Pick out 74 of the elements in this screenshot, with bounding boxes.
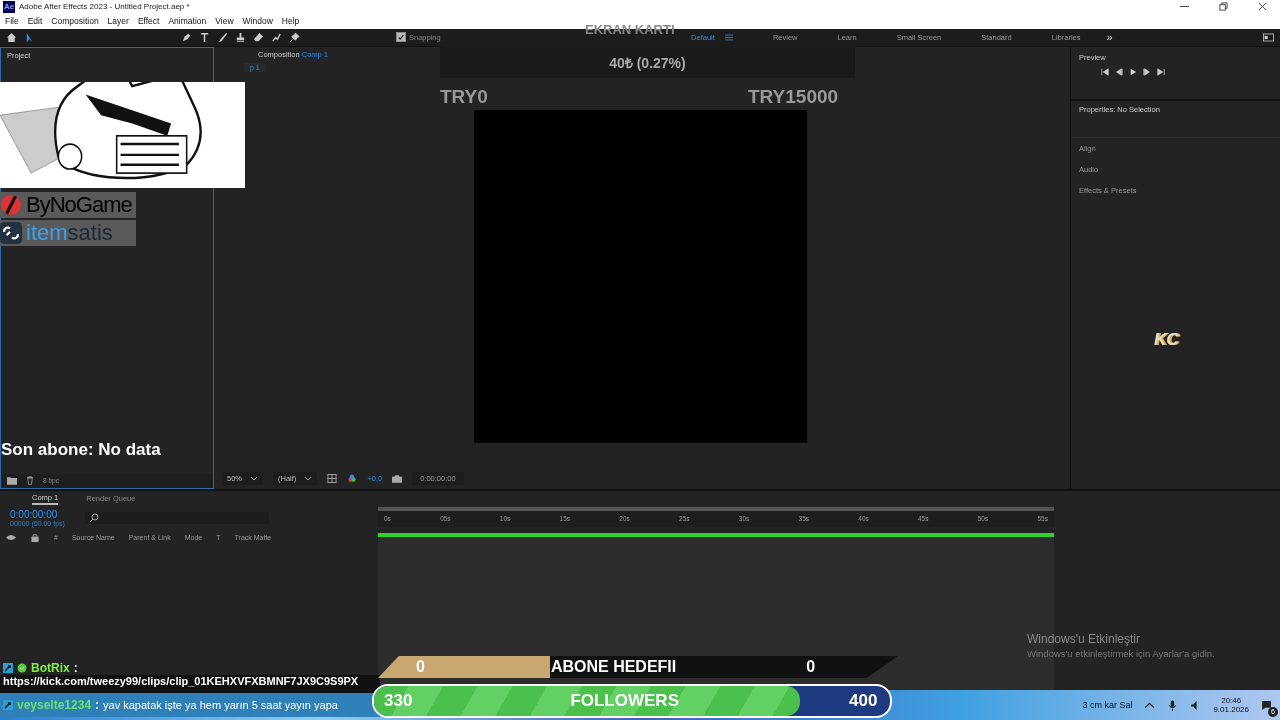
chat-username: veyselte1234 (17, 698, 92, 712)
stamp-icon[interactable] (235, 31, 246, 43)
chevron-up-icon[interactable] (1144, 699, 1156, 711)
chat-message: https://kick.com/tweezy99/clips/clip_01KEHXVFXBMNF7JX9C9S9PX (0, 675, 380, 693)
menu-item[interactable]: Window (242, 16, 273, 27)
donation-amount: 40₺ (0.27%) (609, 53, 686, 72)
followers-current: 330 (384, 691, 413, 711)
skip-back-icon[interactable] (1101, 67, 1109, 76)
lock-icon[interactable] (30, 532, 40, 542)
panel-icon[interactable] (1263, 31, 1274, 43)
menu-item[interactable]: File (5, 16, 19, 27)
menu-item[interactable]: Composition (51, 16, 99, 27)
current-time[interactable]: 0:00:00:00 (10, 508, 65, 520)
verified-icon (17, 662, 27, 673)
goal-max-label: TRY15000 (748, 86, 839, 108)
clock-date[interactable]: 9.01.2026 (1213, 705, 1249, 715)
search-icon (88, 512, 99, 523)
brush-icon[interactable] (217, 31, 228, 43)
badge-icon (3, 662, 13, 673)
snapping-checkbox[interactable] (396, 32, 406, 43)
sponsor-logo-text: ByNoGame (26, 192, 132, 218)
slash-logo-icon (0, 194, 22, 216)
restore-icon[interactable] (1219, 2, 1228, 12)
microphone-icon[interactable] (1167, 699, 1179, 711)
pin-icon[interactable] (289, 31, 300, 43)
followers-target: 400 (849, 691, 878, 711)
notification-icon[interactable] (1261, 699, 1272, 711)
window-title: Adobe After Effects 2023 - Untitled Project.aep * (19, 2, 190, 12)
chat-username: BotRix (31, 660, 70, 675)
chat-separator: : (95, 698, 100, 712)
menu-item[interactable]: Animation (168, 16, 207, 27)
visibility-icon[interactable] (6, 532, 16, 542)
skip-forward-icon[interactable] (1157, 67, 1165, 76)
more-workspaces-button[interactable]: » (1106, 31, 1113, 44)
text-tool-icon[interactable] (199, 31, 210, 43)
eraser-icon[interactable] (253, 31, 264, 43)
goal-current: 0 (416, 658, 425, 676)
menu-item[interactable]: View (215, 16, 234, 27)
step-forward-icon[interactable] (1143, 67, 1151, 76)
step-back-icon[interactable] (1115, 67, 1123, 76)
trash-icon[interactable] (25, 476, 35, 486)
activation-title: Windows'u Etkinleştir (1027, 632, 1141, 646)
pen-icon[interactable] (181, 31, 192, 43)
caret-icon (250, 476, 258, 482)
followers-label: FOLLOWERS (570, 691, 679, 711)
chat-separator: : (73, 660, 78, 675)
menu-icon[interactable] (724, 33, 733, 41)
menu-item[interactable]: Effect (137, 16, 160, 27)
app-logo-icon: Ae (3, 0, 15, 13)
work-area-bar[interactable] (378, 532, 1054, 537)
menu-item[interactable]: Edit (27, 16, 43, 27)
goal-min-label: TRY0 (440, 86, 488, 108)
color-channels-icon[interactable] (347, 474, 358, 484)
layer-search-field[interactable] (84, 511, 269, 524)
badge-icon (3, 700, 13, 710)
grid-icon[interactable] (327, 474, 338, 484)
home-icon[interactable] (6, 31, 17, 43)
play-icon[interactable] (1129, 67, 1137, 76)
menu-item[interactable]: Layer (107, 16, 129, 27)
clock-time[interactable]: 20:46 (1221, 696, 1242, 706)
last-subscriber-text: Son abone: No data (1, 440, 161, 460)
sponsor-logo-text: itemsatis (26, 220, 113, 246)
weather-text[interactable]: 3 cm kar Sal (1082, 700, 1133, 711)
chain-link-icon (0, 222, 22, 244)
goal-target: 0 (806, 658, 816, 676)
close-icon[interactable] (1258, 2, 1267, 12)
caret-icon (304, 476, 313, 482)
folder-icon[interactable] (7, 476, 17, 486)
camera-icon[interactable] (392, 474, 403, 484)
chat-message: yav kapatak işte ya hem yarın 5 saat yayın yapa (103, 699, 338, 711)
channel-logo: KC (1154, 330, 1179, 350)
goal-label: ABONE HEDEFII (550, 658, 677, 676)
activation-text: Windows'u etkinleştirmek için Ayarlar'a gidin. (1027, 648, 1215, 659)
menu-item[interactable]: Help (281, 16, 300, 27)
